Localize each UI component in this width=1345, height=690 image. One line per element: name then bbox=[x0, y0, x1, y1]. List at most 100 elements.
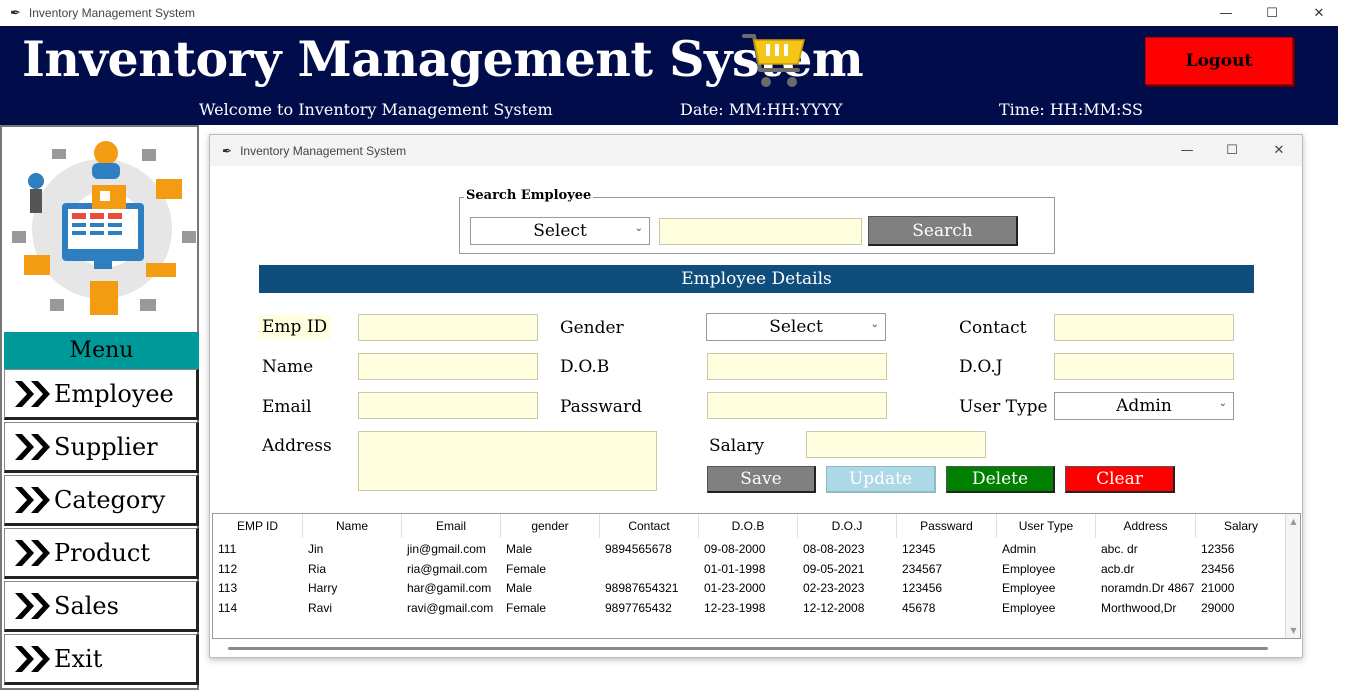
clear-button[interactable]: Clear bbox=[1065, 466, 1175, 493]
table-cell: jin@gmail.com bbox=[407, 542, 486, 556]
email-field[interactable] bbox=[358, 392, 538, 419]
salary-label: Salary bbox=[709, 436, 765, 456]
vertical-scrollbar[interactable]: ▲ ▼ bbox=[1285, 514, 1300, 638]
window-titlebar: ✒ Inventory Management System — ☐ ✕ bbox=[0, 0, 1345, 26]
table-cell: noramdn.Dr 4867 bbox=[1101, 581, 1195, 595]
search-by-select[interactable]: Select ⌄ bbox=[470, 217, 650, 245]
close-button[interactable]: ✕ bbox=[1296, 0, 1342, 26]
logout-button[interactable]: Logout bbox=[1145, 37, 1293, 85]
table-cell: 29000 bbox=[1201, 600, 1235, 615]
sidebar-item-label: Sales bbox=[54, 591, 119, 620]
table-cell: 09-08-2000 bbox=[704, 542, 766, 556]
emp-id-field[interactable] bbox=[358, 314, 538, 341]
sidebar-item-label: Exit bbox=[54, 644, 103, 673]
search-legend: Search Employee bbox=[464, 188, 594, 203]
table-cell: 9894565678 bbox=[605, 542, 672, 556]
search-employee-frame: Search Employee Select ⌄ Search bbox=[459, 188, 1055, 254]
address-field[interactable] bbox=[358, 431, 657, 491]
time-text: Time: HH:MM:SS bbox=[999, 100, 1143, 119]
sidebar-item-supplier[interactable]: Supplier bbox=[4, 422, 199, 473]
sidebar: Menu Employee Supplier Category Product … bbox=[0, 125, 199, 690]
table-column-header[interactable]: D.O.J bbox=[798, 514, 897, 538]
email-label: Email bbox=[262, 397, 312, 417]
search-button[interactable]: Search bbox=[868, 216, 1018, 246]
welcome-text: Welcome to Inventory Management System bbox=[199, 100, 553, 119]
delete-button[interactable]: Delete bbox=[946, 466, 1055, 493]
search-by-select-value: Select bbox=[533, 221, 587, 241]
table-cell: 234567 bbox=[902, 561, 943, 576]
employee-table[interactable]: EMP ID Name Email gender Contact D.O.B D.O.J Pa… bbox=[212, 513, 1301, 639]
table-cell: 45678 bbox=[902, 600, 936, 615]
sidebar-item-exit[interactable]: Exit bbox=[4, 634, 199, 685]
table-column-header[interactable]: Name bbox=[303, 514, 402, 538]
table-cell: 12-12-2008 bbox=[803, 600, 865, 615]
password-field[interactable] bbox=[707, 392, 887, 419]
table-row[interactable]: 114 Ravi ravi@gmail.com Female 9897765432 12-… bbox=[213, 598, 1287, 618]
table-column-header[interactable]: EMP ID bbox=[213, 514, 303, 538]
table-column-header[interactable]: Salary bbox=[1196, 514, 1287, 538]
name-field[interactable] bbox=[358, 353, 538, 380]
sidebar-item-category[interactable]: Category bbox=[4, 475, 199, 526]
sidebar-item-product[interactable]: Product bbox=[4, 528, 199, 579]
sidebar-item-label: Category bbox=[54, 485, 166, 514]
user-type-select[interactable]: Admin ⌄ bbox=[1054, 392, 1234, 420]
app-header: Inventory Management System Logout Welco… bbox=[0, 26, 1338, 125]
double-chevron-right-icon bbox=[15, 486, 50, 513]
table-cell: Female bbox=[506, 561, 547, 576]
user-type-select-value: Admin bbox=[1116, 396, 1172, 416]
employee-window: ✒ Inventory Management System — ☐ ✕ Sear… bbox=[209, 134, 1303, 658]
inner-maximize-button[interactable]: ☐ bbox=[1209, 135, 1255, 166]
table-column-header[interactable]: User Type bbox=[997, 514, 1096, 538]
minimize-button[interactable]: — bbox=[1203, 0, 1249, 26]
inner-close-button[interactable]: ✕ bbox=[1256, 135, 1302, 166]
gender-select[interactable]: Select ⌄ bbox=[706, 313, 886, 341]
table-cell bbox=[600, 559, 699, 579]
table-cell: 112 bbox=[218, 561, 238, 576]
contact-label: Contact bbox=[959, 318, 1027, 338]
table-cell: 23456 bbox=[1201, 561, 1235, 576]
table-column-header[interactable]: D.O.B bbox=[699, 514, 798, 538]
date-text: Date: MM:HH:YYYY bbox=[680, 100, 843, 119]
maximize-button[interactable]: ☐ bbox=[1249, 0, 1295, 26]
sidebar-item-sales[interactable]: Sales bbox=[4, 581, 199, 632]
scroll-down-icon[interactable]: ▼ bbox=[1286, 623, 1301, 638]
user-type-label: User Type bbox=[959, 397, 1048, 417]
table-cell: 12345 bbox=[902, 542, 936, 556]
table-row[interactable]: 111 Jin jin@gmail.com Male 9894565678 09-08-2… bbox=[213, 539, 1287, 559]
inventory-logo-image bbox=[12, 141, 196, 315]
table-cell: 21000 bbox=[1201, 581, 1235, 595]
dob-field[interactable] bbox=[707, 353, 887, 380]
table-cell: Employee bbox=[1002, 581, 1056, 595]
contact-field[interactable] bbox=[1054, 314, 1234, 341]
inner-minimize-button[interactable]: — bbox=[1164, 135, 1210, 166]
double-chevron-right-icon bbox=[15, 380, 50, 407]
double-chevron-right-icon bbox=[15, 592, 50, 619]
salary-field[interactable] bbox=[806, 431, 986, 458]
double-chevron-right-icon bbox=[15, 433, 50, 460]
table-cell: Employee bbox=[1002, 600, 1056, 615]
table-row[interactable]: 113 Harry har@gamil.com Male 98987654321 01-2… bbox=[213, 578, 1287, 598]
table-column-header[interactable]: Passward bbox=[897, 514, 997, 538]
table-column-header[interactable]: Address bbox=[1096, 514, 1196, 538]
search-input[interactable] bbox=[659, 218, 862, 245]
doj-field[interactable] bbox=[1054, 353, 1234, 380]
table-cell: acb.dr bbox=[1101, 561, 1135, 576]
table-row[interactable]: 112 Ria ria@gmail.com Female 01-01-1998 09-05… bbox=[213, 559, 1287, 579]
table-cell: Employee bbox=[1002, 561, 1056, 576]
emp-id-label: Emp ID bbox=[258, 315, 332, 339]
shopping-cart-icon bbox=[742, 34, 805, 87]
table-cell: Jin bbox=[308, 542, 324, 556]
horizontal-scrollbar[interactable] bbox=[212, 640, 1301, 656]
save-button[interactable]: Save bbox=[707, 466, 816, 493]
gender-select-value: Select bbox=[769, 317, 823, 337]
table-column-header[interactable]: gender bbox=[501, 514, 600, 538]
scroll-up-icon[interactable]: ▲ bbox=[1286, 514, 1301, 529]
double-chevron-right-icon bbox=[15, 539, 50, 566]
update-button[interactable]: Update bbox=[826, 466, 936, 493]
table-cell: Harry bbox=[308, 581, 338, 595]
horizontal-scroll-thumb[interactable] bbox=[228, 647, 1268, 650]
app-title: Inventory Management System bbox=[22, 30, 864, 88]
table-column-header[interactable]: Email bbox=[402, 514, 501, 538]
sidebar-item-employee[interactable]: Employee bbox=[4, 369, 199, 420]
table-column-header[interactable]: Contact bbox=[600, 514, 699, 538]
